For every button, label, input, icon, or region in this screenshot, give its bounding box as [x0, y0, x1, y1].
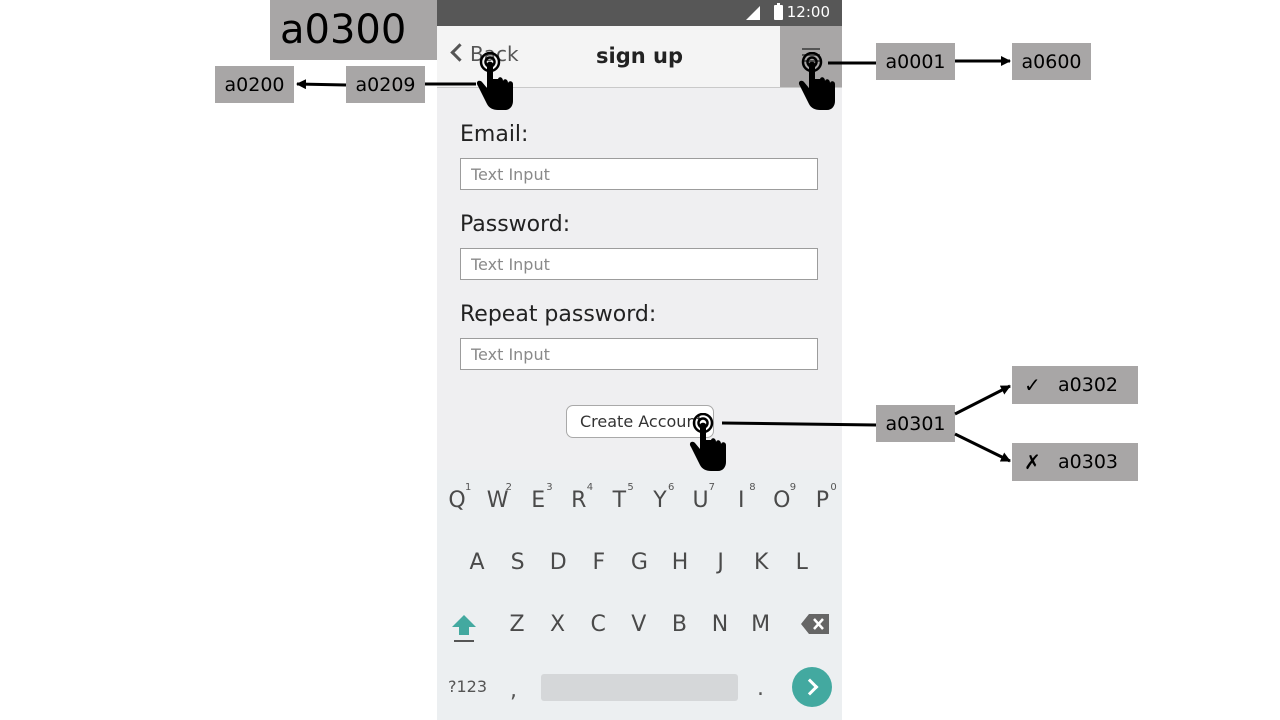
email-label: Email: [460, 122, 529, 147]
status-bar: 12:00 [437, 0, 842, 26]
key-v[interactable]: V [624, 612, 654, 637]
create-action-label: a0301 [876, 405, 955, 442]
key-hint-6: 6 [668, 482, 675, 493]
key-a[interactable]: A [462, 550, 492, 575]
period-key[interactable]: . [757, 676, 764, 701]
key-hint-3: 3 [546, 482, 553, 493]
backspace-icon[interactable] [801, 614, 829, 634]
key-hint-0: 0 [830, 482, 837, 493]
key-hint-4: 4 [586, 482, 594, 493]
status-time: 12:00 [786, 3, 830, 21]
key-s[interactable]: S [503, 550, 533, 575]
key-g[interactable]: G [624, 550, 654, 575]
key-d[interactable]: D [543, 550, 573, 575]
enter-key[interactable] [792, 667, 832, 707]
key-f[interactable]: F [584, 550, 614, 575]
check-icon: ✓ [1024, 373, 1041, 397]
arrow-back-target [296, 79, 347, 90]
key-j[interactable]: J [706, 550, 736, 575]
key-hint-2: 2 [505, 482, 512, 493]
key-hint-7: 7 [708, 482, 715, 493]
screen-id-label: a0300 [270, 0, 437, 60]
success-target-label: ✓ a0302 [1012, 366, 1138, 404]
comma-key[interactable]: , [510, 678, 517, 703]
back-action-label: a0209 [346, 66, 425, 103]
fail-target-text: a0303 [1058, 451, 1118, 473]
key-b[interactable]: B [664, 612, 694, 637]
key-h[interactable]: H [665, 550, 695, 575]
key-c[interactable]: C [583, 612, 613, 637]
key-n[interactable]: N [705, 612, 735, 637]
password-field[interactable] [460, 248, 818, 280]
menu-target-label: a0600 [1012, 43, 1091, 80]
key-hint-1: 1 [465, 482, 472, 493]
cross-icon: ✗ [1024, 450, 1041, 474]
key-m[interactable]: M [746, 612, 776, 637]
tap-hand-icon [689, 413, 726, 471]
battery-icon [774, 3, 783, 20]
fail-target-label: ✗ a0303 [1012, 443, 1138, 481]
key-l[interactable]: L [787, 550, 817, 575]
spacebar[interactable] [541, 674, 738, 701]
repeat-password-field[interactable] [460, 338, 818, 370]
tap-hand-icon [798, 52, 835, 110]
keyboard: Q1W2E3R4T5Y6U7I8O9P0 ASDFGHJKL ZXCVBNM ?… [437, 470, 842, 720]
key-hint-9: 9 [789, 482, 797, 493]
symbols-key[interactable]: ?123 [448, 677, 487, 696]
key-z[interactable]: Z [502, 612, 532, 637]
shift-icon[interactable] [451, 613, 477, 643]
key-x[interactable]: X [543, 612, 573, 637]
arrow-fail [954, 432, 1011, 463]
email-field[interactable] [460, 158, 818, 190]
key-hint-8: 8 [749, 482, 756, 493]
key-hint-5: 5 [627, 482, 634, 493]
key-k[interactable]: K [746, 550, 776, 575]
arrow-success [954, 384, 1011, 416]
tap-hand-icon [476, 52, 513, 110]
back-target-label: a0200 [215, 66, 294, 103]
signal-icon [746, 6, 760, 20]
repeat-password-label: Repeat password: [460, 302, 657, 327]
password-label: Password: [460, 212, 571, 237]
menu-action-label: a0001 [876, 43, 955, 80]
success-target-text: a0302 [1058, 374, 1118, 396]
